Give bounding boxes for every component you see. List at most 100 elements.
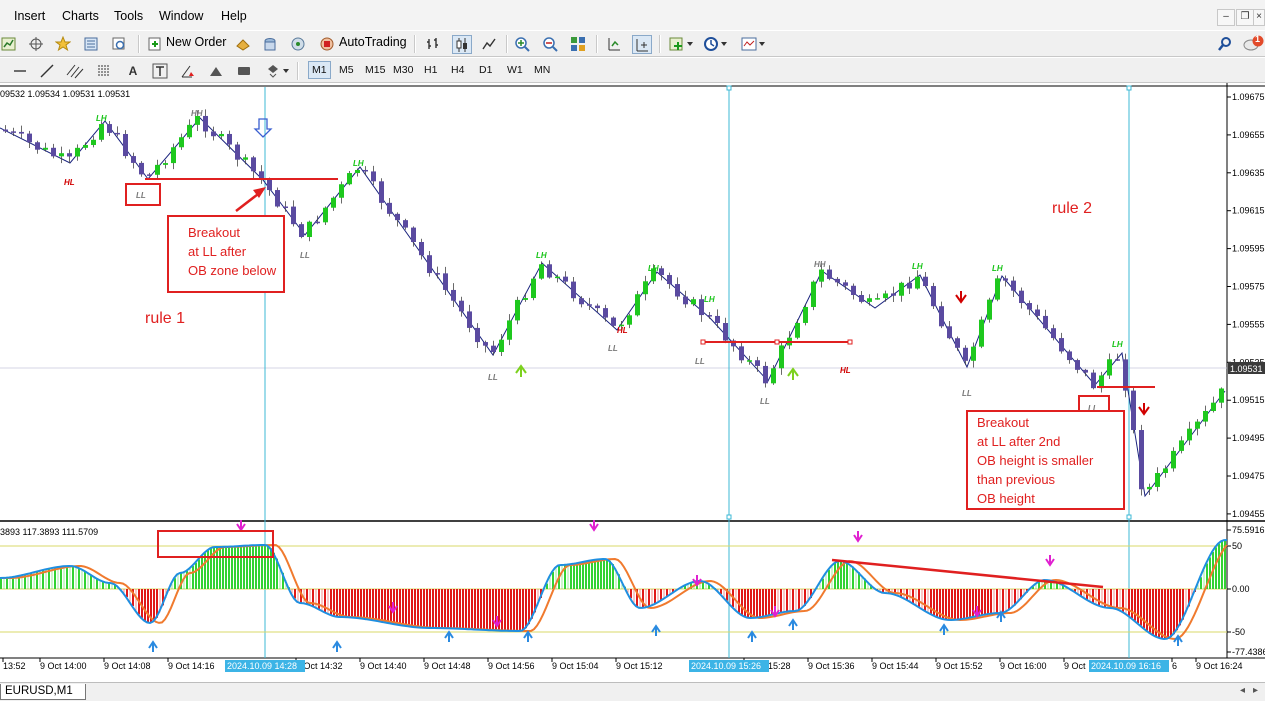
trendline-icon[interactable]	[38, 62, 56, 79]
bull-candle	[1163, 468, 1168, 474]
restore-icon[interactable]: ❐	[1236, 9, 1254, 26]
chevron-down-icon[interactable]	[758, 35, 766, 52]
text-icon[interactable]: A	[124, 62, 142, 79]
bull-candle	[507, 320, 512, 340]
menu-insert[interactable]: Insert	[14, 9, 45, 23]
bear-candle	[275, 190, 280, 207]
text-label-icon[interactable]	[151, 62, 169, 79]
bull-candle	[539, 264, 544, 279]
chart-tab-eurusd[interactable]: EURUSD,M1	[0, 684, 86, 700]
line-chart-icon[interactable]	[480, 35, 498, 52]
time-axis-label: 9 Oct 14:08	[104, 661, 151, 671]
timeframe-d1[interactable]: D1	[476, 62, 495, 78]
price-axis-label: 1.09455	[1232, 509, 1265, 519]
standard-toolbar: New Order AutoTrading 1	[0, 30, 1265, 57]
tab-scroll-right-icon[interactable]: ▸	[1253, 685, 1258, 696]
bull-candle	[91, 139, 96, 146]
zoom-out-icon[interactable]	[541, 35, 559, 52]
bear-candle	[587, 304, 592, 306]
timeframe-m5[interactable]: M5	[336, 62, 357, 78]
timeframe-mn[interactable]: MN	[531, 62, 553, 78]
timeframe-w1[interactable]: W1	[504, 62, 526, 78]
chevron-down-icon[interactable]	[282, 62, 290, 79]
timeframe-h4[interactable]: H4	[448, 62, 467, 78]
templates-icon[interactable]	[740, 35, 758, 52]
timeframe-m15[interactable]: M15	[362, 62, 388, 78]
toolbar-separator	[297, 62, 299, 80]
bear-candle	[843, 282, 848, 286]
timeframe-m1[interactable]: M1	[308, 61, 331, 79]
equidistant-channel-icon[interactable]	[66, 62, 84, 79]
bull-candle	[1171, 450, 1176, 469]
bull-candle	[531, 278, 536, 299]
time-axis-label: 9 Oct 14:40	[360, 661, 407, 671]
arrows-icon[interactable]	[179, 62, 197, 79]
annotation-text: Breakout	[977, 415, 1029, 430]
shapes-icon[interactable]	[264, 62, 282, 79]
bear-candle	[491, 345, 496, 353]
favorites-icon[interactable]	[54, 35, 72, 52]
triangle-icon[interactable]	[207, 62, 225, 79]
bear-candle	[755, 360, 760, 366]
periodicity-icon[interactable]	[702, 35, 720, 52]
navigator-icon[interactable]	[82, 35, 100, 52]
rectangle-icon[interactable]	[235, 62, 253, 79]
signals-icon[interactable]	[261, 35, 279, 52]
messages-icon[interactable]	[1242, 35, 1264, 52]
bull-candle	[1219, 388, 1224, 403]
bull-candle	[811, 281, 816, 307]
menu-tools[interactable]: Tools	[114, 9, 143, 23]
swing-label: LH	[96, 114, 107, 123]
timeframe-m30[interactable]: M30	[390, 62, 416, 78]
chart-tabs-bar: EURUSD,M1 ◂ ▸	[0, 682, 1265, 701]
chart-window[interactable]: 09532 1.09534 1.09531 1.09531 3893 117.38…	[0, 83, 1265, 683]
chart-shift-icon[interactable]	[605, 35, 623, 52]
crosshair-icon[interactable]	[27, 35, 45, 52]
bear-candle	[851, 285, 856, 296]
oscillator-axis-label: -50	[1232, 627, 1245, 637]
tile-windows-icon[interactable]	[569, 35, 587, 52]
price-axis-label: 1.09515	[1232, 395, 1265, 405]
close-icon[interactable]: ×	[1253, 9, 1265, 26]
zoom-chart-icon[interactable]	[110, 35, 128, 52]
zoom-in-icon[interactable]	[513, 35, 531, 52]
bar-chart-icon[interactable]	[424, 35, 442, 52]
new-chart-icon[interactable]	[0, 35, 18, 52]
new-order-button[interactable]: New Order	[166, 35, 226, 49]
menu-charts[interactable]: Charts	[62, 9, 99, 23]
autoscroll-icon[interactable]	[632, 35, 652, 54]
toolbar-separator	[506, 35, 508, 53]
buy-signal-arrow-icon	[444, 630, 454, 642]
bear-candle	[475, 327, 480, 343]
search-icon[interactable]	[1216, 35, 1234, 52]
menu-help[interactable]: Help	[221, 9, 247, 23]
history-center-icon[interactable]	[234, 35, 252, 52]
fibonacci-icon[interactable]	[95, 62, 113, 79]
bear-candle	[603, 308, 608, 318]
oscillator-axis-label: -77.4386	[1232, 647, 1265, 657]
bull-candle	[875, 298, 880, 300]
chevron-down-icon[interactable]	[720, 35, 728, 52]
price-axis-label: 1.09495	[1232, 433, 1265, 443]
bull-candle	[43, 147, 48, 150]
minimize-icon[interactable]: –	[1217, 9, 1235, 26]
candlestick-chart-icon[interactable]	[452, 35, 472, 54]
bear-candle	[659, 268, 664, 276]
price-chart[interactable]: 09532 1.09534 1.09531 1.09531 3893 117.38…	[0, 83, 1265, 683]
bull-candle	[1155, 473, 1160, 487]
time-axis-label: 9 Oct 15:12	[616, 661, 663, 671]
menu-window[interactable]: Window	[159, 9, 203, 23]
new-order-icon[interactable]	[146, 35, 164, 52]
vertical-marker-handle	[1126, 514, 1132, 520]
autotrading-icon[interactable]	[318, 35, 336, 52]
indicators-icon[interactable]	[668, 35, 686, 52]
bull-candle	[819, 269, 824, 282]
market-icon[interactable]	[289, 35, 307, 52]
tab-scroll-left-icon[interactable]: ◂	[1240, 685, 1245, 696]
chevron-down-icon[interactable]	[686, 35, 694, 52]
timeframe-h1[interactable]: H1	[421, 62, 440, 78]
autotrading-button[interactable]: AutoTrading	[339, 35, 407, 49]
horizontal-line-icon[interactable]	[11, 62, 29, 79]
bull-candle	[219, 133, 224, 137]
buy-signal-arrow-icon	[939, 623, 949, 635]
